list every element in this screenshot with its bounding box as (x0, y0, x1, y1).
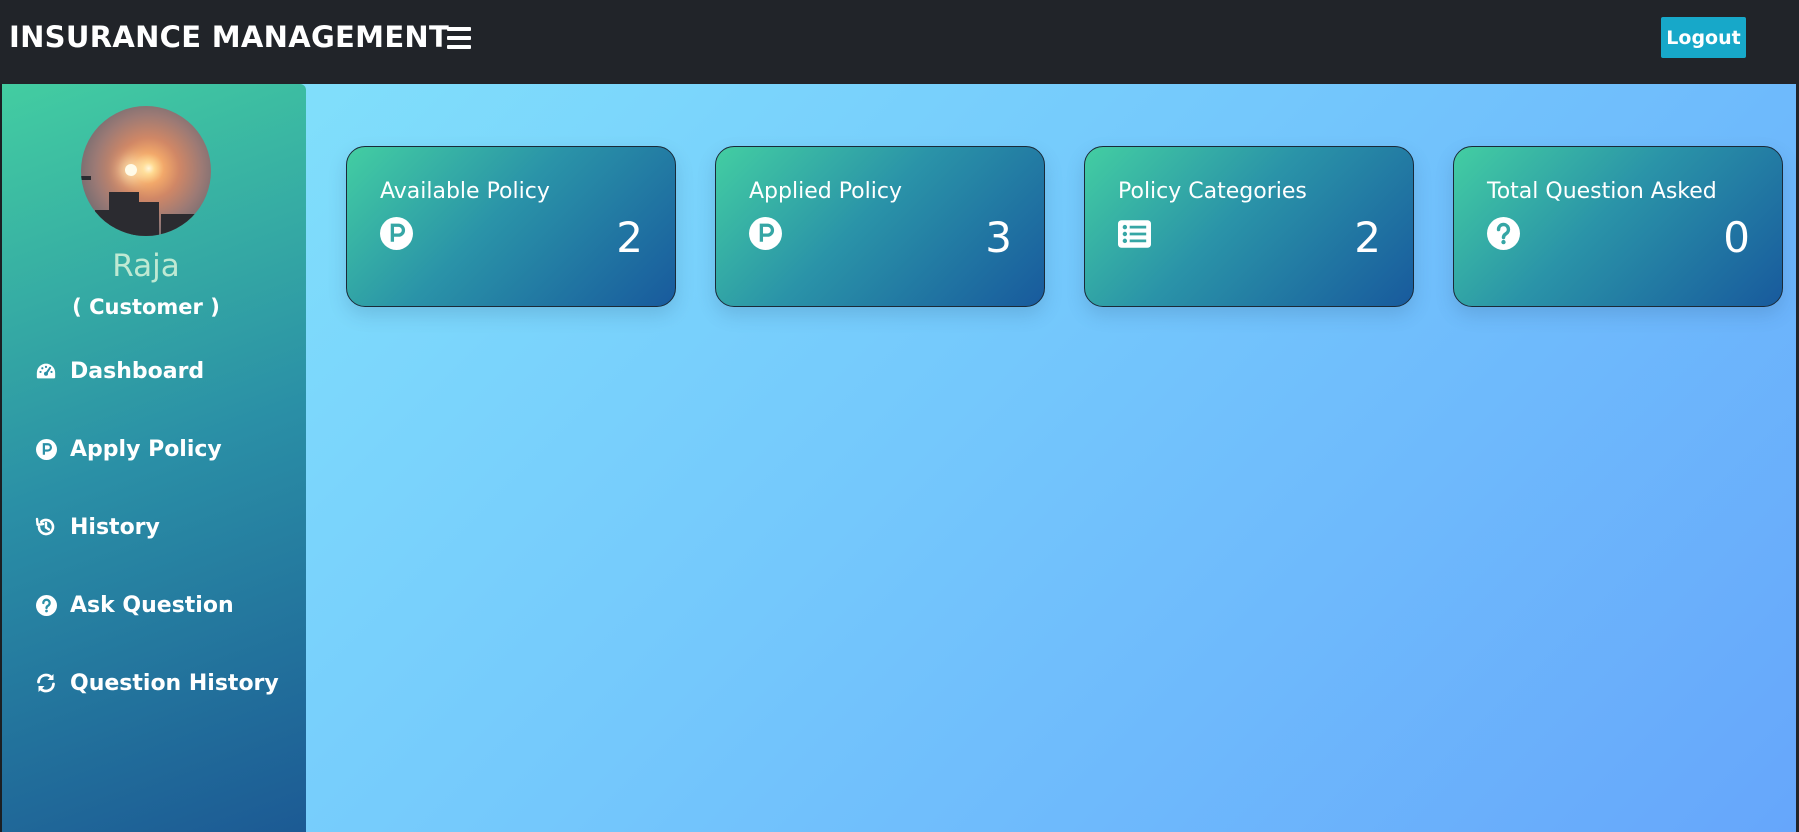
parking-circle-icon (380, 217, 413, 250)
avatar (81, 106, 211, 236)
question-circle-icon (1487, 217, 1520, 250)
logout-button[interactable]: Logout (1661, 17, 1746, 58)
sidebar: Raja ( Customer ) Dashboard Apply Policy (0, 84, 306, 832)
card-count: 2 (616, 213, 643, 262)
tachometer-icon (35, 360, 57, 382)
sidebar-item-question-history[interactable]: Question History (35, 665, 279, 701)
list-alt-icon (1118, 217, 1151, 250)
sidebar-item-dashboard[interactable]: Dashboard (35, 353, 204, 389)
top-navbar: INSURANCE MANAGEMENT Logout (0, 0, 1799, 84)
history-icon (35, 516, 57, 538)
card-count: 0 (1723, 213, 1750, 262)
user-role: ( Customer ) (72, 295, 220, 319)
card-count: 2 (1354, 213, 1381, 262)
card-title: Total Question Asked (1487, 179, 1717, 204)
user-name: Raja (112, 248, 180, 284)
stat-card-applied-policy[interactable]: Applied Policy 3 (715, 146, 1045, 307)
card-title: Policy Categories (1118, 179, 1307, 204)
sidebar-item-apply-policy[interactable]: Apply Policy (35, 431, 222, 467)
card-title: Available Policy (380, 179, 550, 204)
sidebar-item-label: Question History (70, 670, 279, 696)
question-circle-icon (35, 594, 57, 616)
sidebar-item-ask-question[interactable]: Ask Question (35, 587, 234, 623)
stat-card-policy-categories[interactable]: Policy Categories 2 (1084, 146, 1414, 307)
sidebar-item-label: Apply Policy (70, 436, 222, 462)
stat-card-available-policy[interactable]: Available Policy 2 (346, 146, 676, 307)
parking-circle-icon (749, 217, 782, 250)
app-brand-title[interactable]: INSURANCE MANAGEMENT (9, 20, 449, 54)
card-count: 3 (985, 213, 1012, 262)
sidebar-item-label: History (70, 514, 160, 540)
sidebar-item-label: Dashboard (70, 358, 205, 384)
hamburger-menu-icon[interactable] (447, 27, 471, 49)
sync-icon (35, 672, 57, 694)
sidebar-item-history[interactable]: History (35, 509, 160, 545)
parking-circle-icon (35, 438, 57, 460)
stat-card-total-question-asked[interactable]: Total Question Asked 0 (1453, 146, 1783, 307)
card-title: Applied Policy (749, 179, 902, 204)
sidebar-item-label: Ask Question (70, 592, 234, 618)
